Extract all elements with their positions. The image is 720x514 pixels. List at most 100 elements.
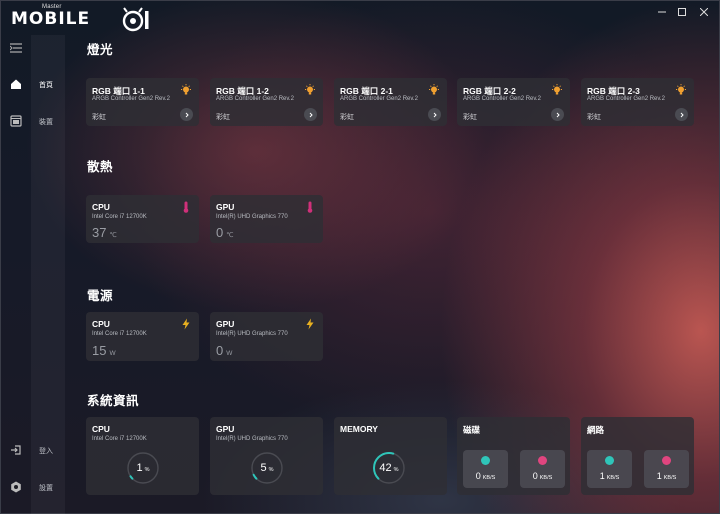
read-icon [481, 456, 490, 465]
card-title: GPU [216, 424, 235, 434]
card-subtitle: ARGB Controller Gen2 Rev.2 [463, 96, 541, 102]
thermometer-icon [183, 201, 189, 213]
sysinfo-card-disk[interactable]: 磁碟 0 KB/S 0 KB/S [457, 417, 570, 495]
card-subtitle: ARGB Controller Gen2 Rev.2 [92, 96, 170, 102]
lighting-mode: 彩虹 [92, 114, 106, 121]
bulb-icon [676, 84, 686, 95]
section-title-lighting: 燈光 [87, 43, 114, 57]
collapse-menu-icon[interactable] [8, 40, 24, 56]
sysinfo-card-gpu[interactable]: GPU Intel(R) UHD Graphics 770 5% [210, 417, 323, 495]
lightning-icon [182, 318, 190, 330]
close-button[interactable] [693, 5, 715, 19]
sysinfo-card-memory[interactable]: MEMORY 42% [334, 417, 447, 495]
lighting-mode: 彩虹 [587, 114, 601, 121]
sysinfo-card-cpu[interactable]: CPU Intel Core i7 12700K 1% [86, 417, 199, 495]
disk-read-box: 0 KB/S [463, 450, 508, 488]
write-icon [538, 456, 547, 465]
chevron-right-icon [185, 112, 189, 117]
lightning-icon [306, 318, 314, 330]
disk-write-value: 0 KB/S [532, 471, 553, 481]
lighting-card[interactable]: RGB 端口 2-3 ARGB Controller Gen2 Rev.2 彩虹 [581, 78, 694, 126]
temperature-value: 0 ℃ [216, 225, 234, 240]
sidebar-menu: 首頁 裝置 登入 設置 [31, 35, 65, 514]
open-detail-button[interactable] [428, 108, 441, 121]
download-icon [662, 456, 671, 465]
app-window: Master MOBILE 首頁 裝置 登入 設置 燈光 散熱 電源 系統資訊 … [0, 0, 720, 514]
login-icon[interactable] [8, 442, 24, 458]
lighting-card[interactable]: RGB 端口 2-2 ARGB Controller Gen2 Rev.2 彩虹 [457, 78, 570, 126]
chevron-right-icon [556, 112, 560, 117]
network-upload-value: 1 KB/S [599, 471, 620, 481]
disk-write-box: 0 KB/S [520, 450, 565, 488]
maximize-icon [678, 8, 686, 16]
power-value: 15 W [92, 343, 116, 358]
cooling-card-gpu[interactable]: GPU Intel(R) UHD Graphics 770 0 ℃ [210, 195, 323, 243]
minimize-button[interactable] [651, 5, 673, 19]
lighting-card[interactable]: RGB 端口 1-2 ARGB Controller Gen2 Rev.2 彩虹 [210, 78, 323, 126]
maximize-button[interactable] [671, 5, 693, 19]
card-title: GPU [216, 319, 235, 329]
home-icon[interactable] [8, 76, 24, 92]
card-title: 網路 [587, 425, 605, 435]
chevron-right-icon [309, 112, 313, 117]
sysinfo-card-network[interactable]: 網路 1 KB/S 1 KB/S [581, 417, 694, 495]
logo-word: MOBILE [11, 9, 91, 29]
card-subtitle: ARGB Controller Gen2 Rev.2 [587, 96, 665, 102]
section-title-power: 電源 [87, 289, 114, 303]
bulb-icon [552, 84, 562, 95]
card-subtitle: Intel(R) UHD Graphics 770 [216, 436, 288, 442]
open-detail-button[interactable] [675, 108, 688, 121]
power-card-cpu[interactable]: CPU Intel Core i7 12700K 15 W [86, 312, 199, 361]
section-title-sysinfo: 系統資訊 [87, 394, 140, 408]
sidebar-item-settings[interactable]: 設置 [39, 483, 53, 493]
thermometer-icon [307, 201, 313, 213]
chevron-right-icon [433, 112, 437, 117]
card-title: CPU [92, 424, 110, 434]
power-value: 0W [216, 343, 233, 358]
open-detail-button[interactable] [304, 108, 317, 121]
network-download-value: 1 KB/S [656, 471, 677, 481]
open-detail-button[interactable] [180, 108, 193, 121]
section-title-cooling: 散熱 [87, 160, 114, 174]
lighting-mode: 彩虹 [340, 114, 354, 121]
sidebar-item-device[interactable]: 裝置 [39, 117, 53, 127]
upload-icon [605, 456, 614, 465]
temperature-value: 37 ℃ [92, 225, 117, 240]
logo-mascot-icon [122, 7, 149, 32]
card-title: CPU [92, 202, 110, 212]
bulb-icon [181, 84, 191, 95]
device-icon[interactable] [8, 113, 24, 129]
card-subtitle: Intel Core i7 12700K [92, 214, 147, 220]
chevron-right-icon [680, 112, 684, 117]
title-bar: Master MOBILE [1, 1, 720, 35]
icon-rail [1, 35, 31, 514]
settings-gear-icon[interactable] [8, 479, 24, 495]
lighting-card[interactable]: RGB 端口 2-1 ARGB Controller Gen2 Rev.2 彩虹 [334, 78, 447, 126]
lighting-mode: 彩虹 [463, 114, 477, 121]
open-detail-button[interactable] [551, 108, 564, 121]
gpu-usage-gauge: 5% [250, 451, 284, 485]
cooling-card-cpu[interactable]: CPU Intel Core i7 12700K 37 ℃ [86, 195, 199, 243]
sidebar-item-home[interactable]: 首頁 [39, 80, 53, 90]
lighting-mode: 彩虹 [216, 114, 230, 121]
card-subtitle: Intel(R) UHD Graphics 770 [216, 331, 288, 337]
network-download-box: 1 KB/S [644, 450, 689, 488]
card-subtitle: Intel Core i7 12700K [92, 331, 147, 337]
minimize-icon [658, 11, 666, 13]
power-card-gpu[interactable]: GPU Intel(R) UHD Graphics 770 0W [210, 312, 323, 361]
card-title: MEMORY [340, 424, 378, 434]
lighting-card[interactable]: RGB 端口 1-1 ARGB Controller Gen2 Rev.2 彩虹 [86, 78, 199, 126]
bulb-icon [305, 84, 315, 95]
network-upload-box: 1 KB/S [587, 450, 632, 488]
gauge-value: 42% [379, 462, 399, 474]
card-subtitle: Intel(R) UHD Graphics 770 [216, 214, 288, 220]
card-subtitle: ARGB Controller Gen2 Rev.2 [216, 96, 294, 102]
sidebar-item-login[interactable]: 登入 [39, 446, 53, 456]
card-subtitle: ARGB Controller Gen2 Rev.2 [340, 96, 418, 102]
bulb-icon [429, 84, 439, 95]
app-logo: Master MOBILE [9, 4, 154, 32]
gauge-value: 1% [136, 462, 150, 474]
memory-usage-gauge: 42% [372, 451, 406, 485]
cpu-usage-gauge: 1% [126, 451, 160, 485]
disk-read-value: 0 KB/S [475, 471, 496, 481]
